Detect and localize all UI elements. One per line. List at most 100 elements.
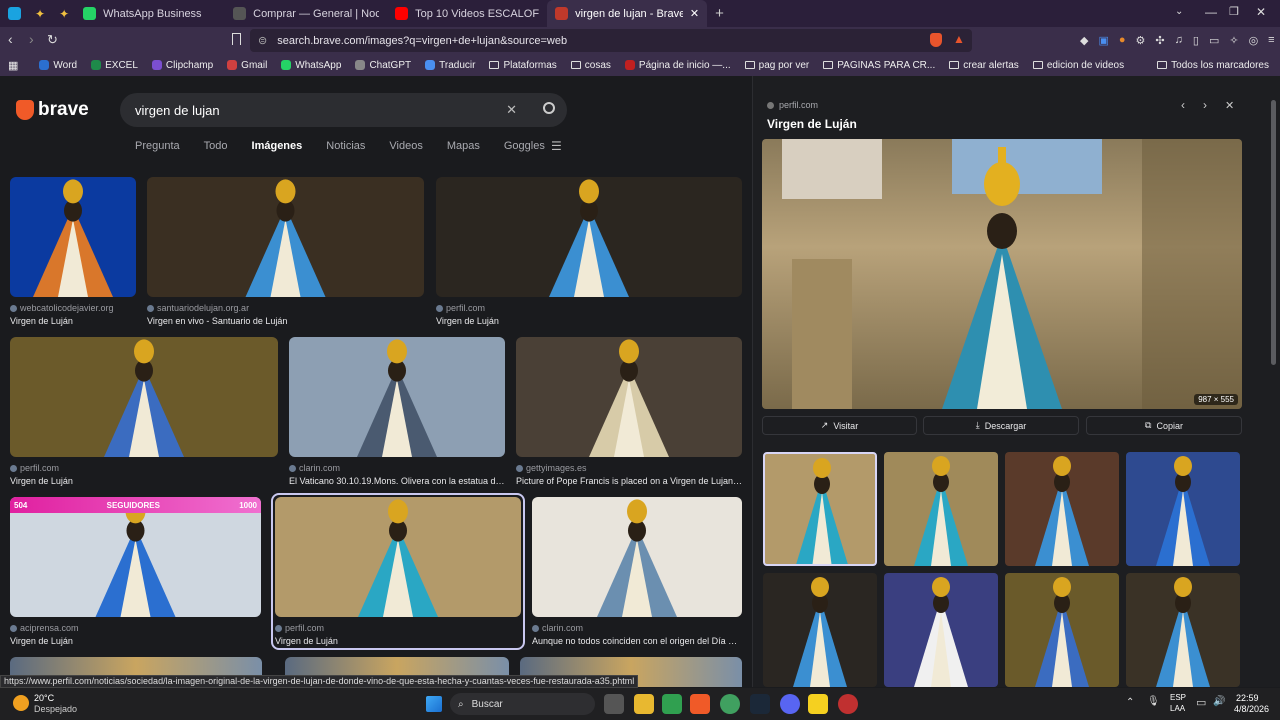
panel-scrollbar[interactable] bbox=[1271, 100, 1276, 365]
panel-source[interactable]: perfil.com bbox=[767, 100, 818, 110]
profile-icon[interactable] bbox=[8, 7, 21, 20]
nav-tab-6[interactable]: Goggles bbox=[504, 140, 545, 152]
clear-icon[interactable]: ✕ bbox=[506, 102, 517, 118]
taskbar-search[interactable]: ⌕ Buscar bbox=[450, 693, 595, 715]
image-result[interactable]: webcatolicodejavier.org Virgen de Luján bbox=[10, 177, 136, 326]
nav-tab-3[interactable]: Noticias bbox=[326, 140, 365, 152]
bookmark-4[interactable]: WhatsApp bbox=[274, 60, 348, 71]
result-title[interactable]: Virgen de Luján bbox=[275, 636, 521, 646]
tab-2[interactable]: Top 10 Videos ESCALOFRIANTES De bbox=[387, 0, 547, 27]
site-info-icon[interactable]: ⊜ bbox=[258, 34, 267, 47]
image-result[interactable]: perfil.com Virgen de Luján bbox=[436, 177, 742, 326]
mic-icon[interactable]: 🎙 bbox=[1147, 696, 1160, 707]
related-thumbnail[interactable] bbox=[1126, 573, 1240, 687]
result-source[interactable]: santuariodelujan.org.ar bbox=[147, 303, 424, 313]
bookmark-2[interactable]: Clipchamp bbox=[145, 60, 220, 71]
result-source[interactable]: perfil.com bbox=[10, 463, 278, 473]
image-result[interactable]: gettyimages.es Picture of Pope Francis is… bbox=[516, 337, 742, 486]
related-thumbnail[interactable] bbox=[763, 452, 877, 566]
weather-icon[interactable] bbox=[13, 695, 29, 711]
related-thumbnail[interactable] bbox=[763, 573, 877, 687]
bookmark-icon[interactable] bbox=[232, 33, 241, 45]
app-icon-2[interactable] bbox=[808, 694, 828, 714]
chrome-icon[interactable] bbox=[720, 694, 740, 714]
result-source[interactable]: perfil.com bbox=[275, 623, 521, 633]
reload-icon[interactable]: ↻ bbox=[47, 32, 58, 48]
result-source[interactable]: perfil.com bbox=[436, 303, 742, 313]
forward-icon[interactable]: › bbox=[29, 31, 34, 47]
prev-icon[interactable]: ‹ bbox=[1181, 98, 1185, 112]
image-result[interactable]: clarin.com El Vaticano 30.10.19.Mons. Oli… bbox=[289, 337, 505, 486]
volume-icon[interactable]: 🔊 bbox=[1213, 696, 1225, 707]
wallet-icon[interactable]: ▭ bbox=[1209, 34, 1219, 47]
pinned-tab-icon-2[interactable]: ✦ bbox=[59, 7, 69, 21]
related-thumbnail[interactable] bbox=[884, 452, 998, 566]
network-icon[interactable]: ▭ bbox=[1196, 696, 1206, 709]
image-result[interactable]: clarin.com Aunque no todos coinciden con … bbox=[532, 497, 742, 646]
sidebar-icon[interactable]: ▯ bbox=[1193, 34, 1199, 47]
translate-icon[interactable]: ▣ bbox=[1098, 34, 1108, 47]
result-title[interactable]: Picture of Pope Francis is placed on a V… bbox=[516, 476, 742, 486]
brave-shields-icon[interactable] bbox=[930, 33, 942, 47]
brave-logo[interactable]: brave bbox=[16, 99, 89, 121]
bookmark-3[interactable]: Gmail bbox=[220, 60, 274, 71]
next-icon[interactable]: › bbox=[1203, 98, 1207, 112]
download-button[interactable]: ⤓ Descargar bbox=[923, 416, 1079, 435]
close-tab-icon[interactable]: ✕ bbox=[690, 7, 699, 20]
extension-icon-3[interactable]: ⚙ bbox=[1136, 34, 1146, 47]
search-box[interactable]: virgen de lujan ✕ bbox=[120, 93, 567, 127]
steam-icon[interactable] bbox=[750, 694, 770, 714]
search-input[interactable]: virgen de lujan bbox=[135, 103, 220, 118]
result-title[interactable]: Virgen de Luján bbox=[10, 476, 278, 486]
result-source[interactable]: webcatolicodejavier.org bbox=[10, 303, 136, 313]
bookmark-1[interactable]: EXCEL bbox=[84, 60, 145, 71]
related-thumbnail[interactable] bbox=[1005, 452, 1119, 566]
bookmark-13[interactable]: edicion de videos bbox=[1026, 60, 1131, 71]
visit-button[interactable]: ↗ Visitar bbox=[762, 416, 917, 435]
app-icon[interactable] bbox=[662, 694, 682, 714]
new-tab-icon[interactable]: + bbox=[715, 5, 724, 22]
leo-icon[interactable]: ✧ bbox=[1229, 34, 1238, 47]
result-title[interactable]: Virgen de Luján bbox=[10, 636, 261, 646]
result-title[interactable]: Aunque no todos coinciden con el origen … bbox=[532, 636, 742, 646]
apps-grid-icon[interactable]: ▦ bbox=[8, 59, 18, 72]
discord-icon[interactable] bbox=[780, 694, 800, 714]
nav-tab-4[interactable]: Videos bbox=[389, 140, 422, 152]
filters-icon[interactable]: ☰ bbox=[551, 139, 562, 153]
nav-tab-5[interactable]: Mapas bbox=[447, 140, 480, 152]
minimize-icon[interactable]: — bbox=[1205, 5, 1217, 19]
bookmark-6[interactable]: Traducir bbox=[418, 60, 482, 71]
start-icon[interactable] bbox=[426, 696, 442, 712]
menu-icon[interactable]: ≡ bbox=[1268, 34, 1274, 47]
music-icon[interactable]: ♫ bbox=[1175, 34, 1183, 47]
tab-0[interactable]: WhatsApp Business bbox=[75, 0, 225, 27]
close-window-icon[interactable]: ✕ bbox=[1256, 5, 1266, 19]
copy-button[interactable]: ⧉ Copiar bbox=[1086, 416, 1242, 435]
address-bar[interactable]: ⊜ search.brave.com/images?q=virgen+de+lu… bbox=[250, 29, 972, 52]
result-title[interactable]: Virgen en vivo - Santuario de Luján bbox=[147, 316, 424, 326]
brave-taskbar-icon[interactable] bbox=[690, 694, 710, 714]
result-title[interactable]: El Vaticano 30.10.19.Mons. Olivera con l… bbox=[289, 476, 505, 486]
tab-3[interactable]: virgen de lujan - Brave Search ✕ bbox=[547, 0, 708, 27]
result-source[interactable]: clarin.com bbox=[289, 463, 505, 473]
puzzle-icon[interactable]: ✣ bbox=[1155, 34, 1164, 47]
bookmark-9[interactable]: Página de inicio —... bbox=[618, 60, 738, 71]
tab-list-icon[interactable]: ⌄ bbox=[1175, 6, 1183, 17]
bookmark-0[interactable]: Word bbox=[32, 60, 84, 71]
brave-rewards-icon[interactable]: ▲ bbox=[953, 32, 965, 46]
bookmark-5[interactable]: ChatGPT bbox=[348, 60, 418, 71]
search-icon[interactable] bbox=[543, 102, 555, 114]
image-result[interactable]: perfil.com Virgen de Luján bbox=[271, 493, 525, 650]
clock-time[interactable]: 22:59 bbox=[1236, 693, 1259, 703]
nav-tab-2[interactable]: Imágenes bbox=[252, 140, 303, 152]
result-source[interactable]: aciprensa.com bbox=[10, 623, 261, 633]
image-result[interactable]: 504 SEGUIDORES 1000 aciprensa.com Virgen de … bbox=[10, 497, 261, 646]
bookmark-7[interactable]: Plataformas bbox=[482, 60, 563, 71]
related-thumbnail[interactable] bbox=[1126, 452, 1240, 566]
bookmark-10[interactable]: pag por ver bbox=[738, 60, 817, 71]
close-panel-icon[interactable]: ✕ bbox=[1225, 99, 1234, 112]
preview-image[interactable]: 987 × 555 bbox=[762, 139, 1242, 409]
bookmark-11[interactable]: PAGINAS PARA CR... bbox=[816, 60, 942, 71]
image-result[interactable]: perfil.com Virgen de Luján bbox=[10, 337, 278, 486]
lang-1[interactable]: ESP bbox=[1170, 693, 1186, 702]
